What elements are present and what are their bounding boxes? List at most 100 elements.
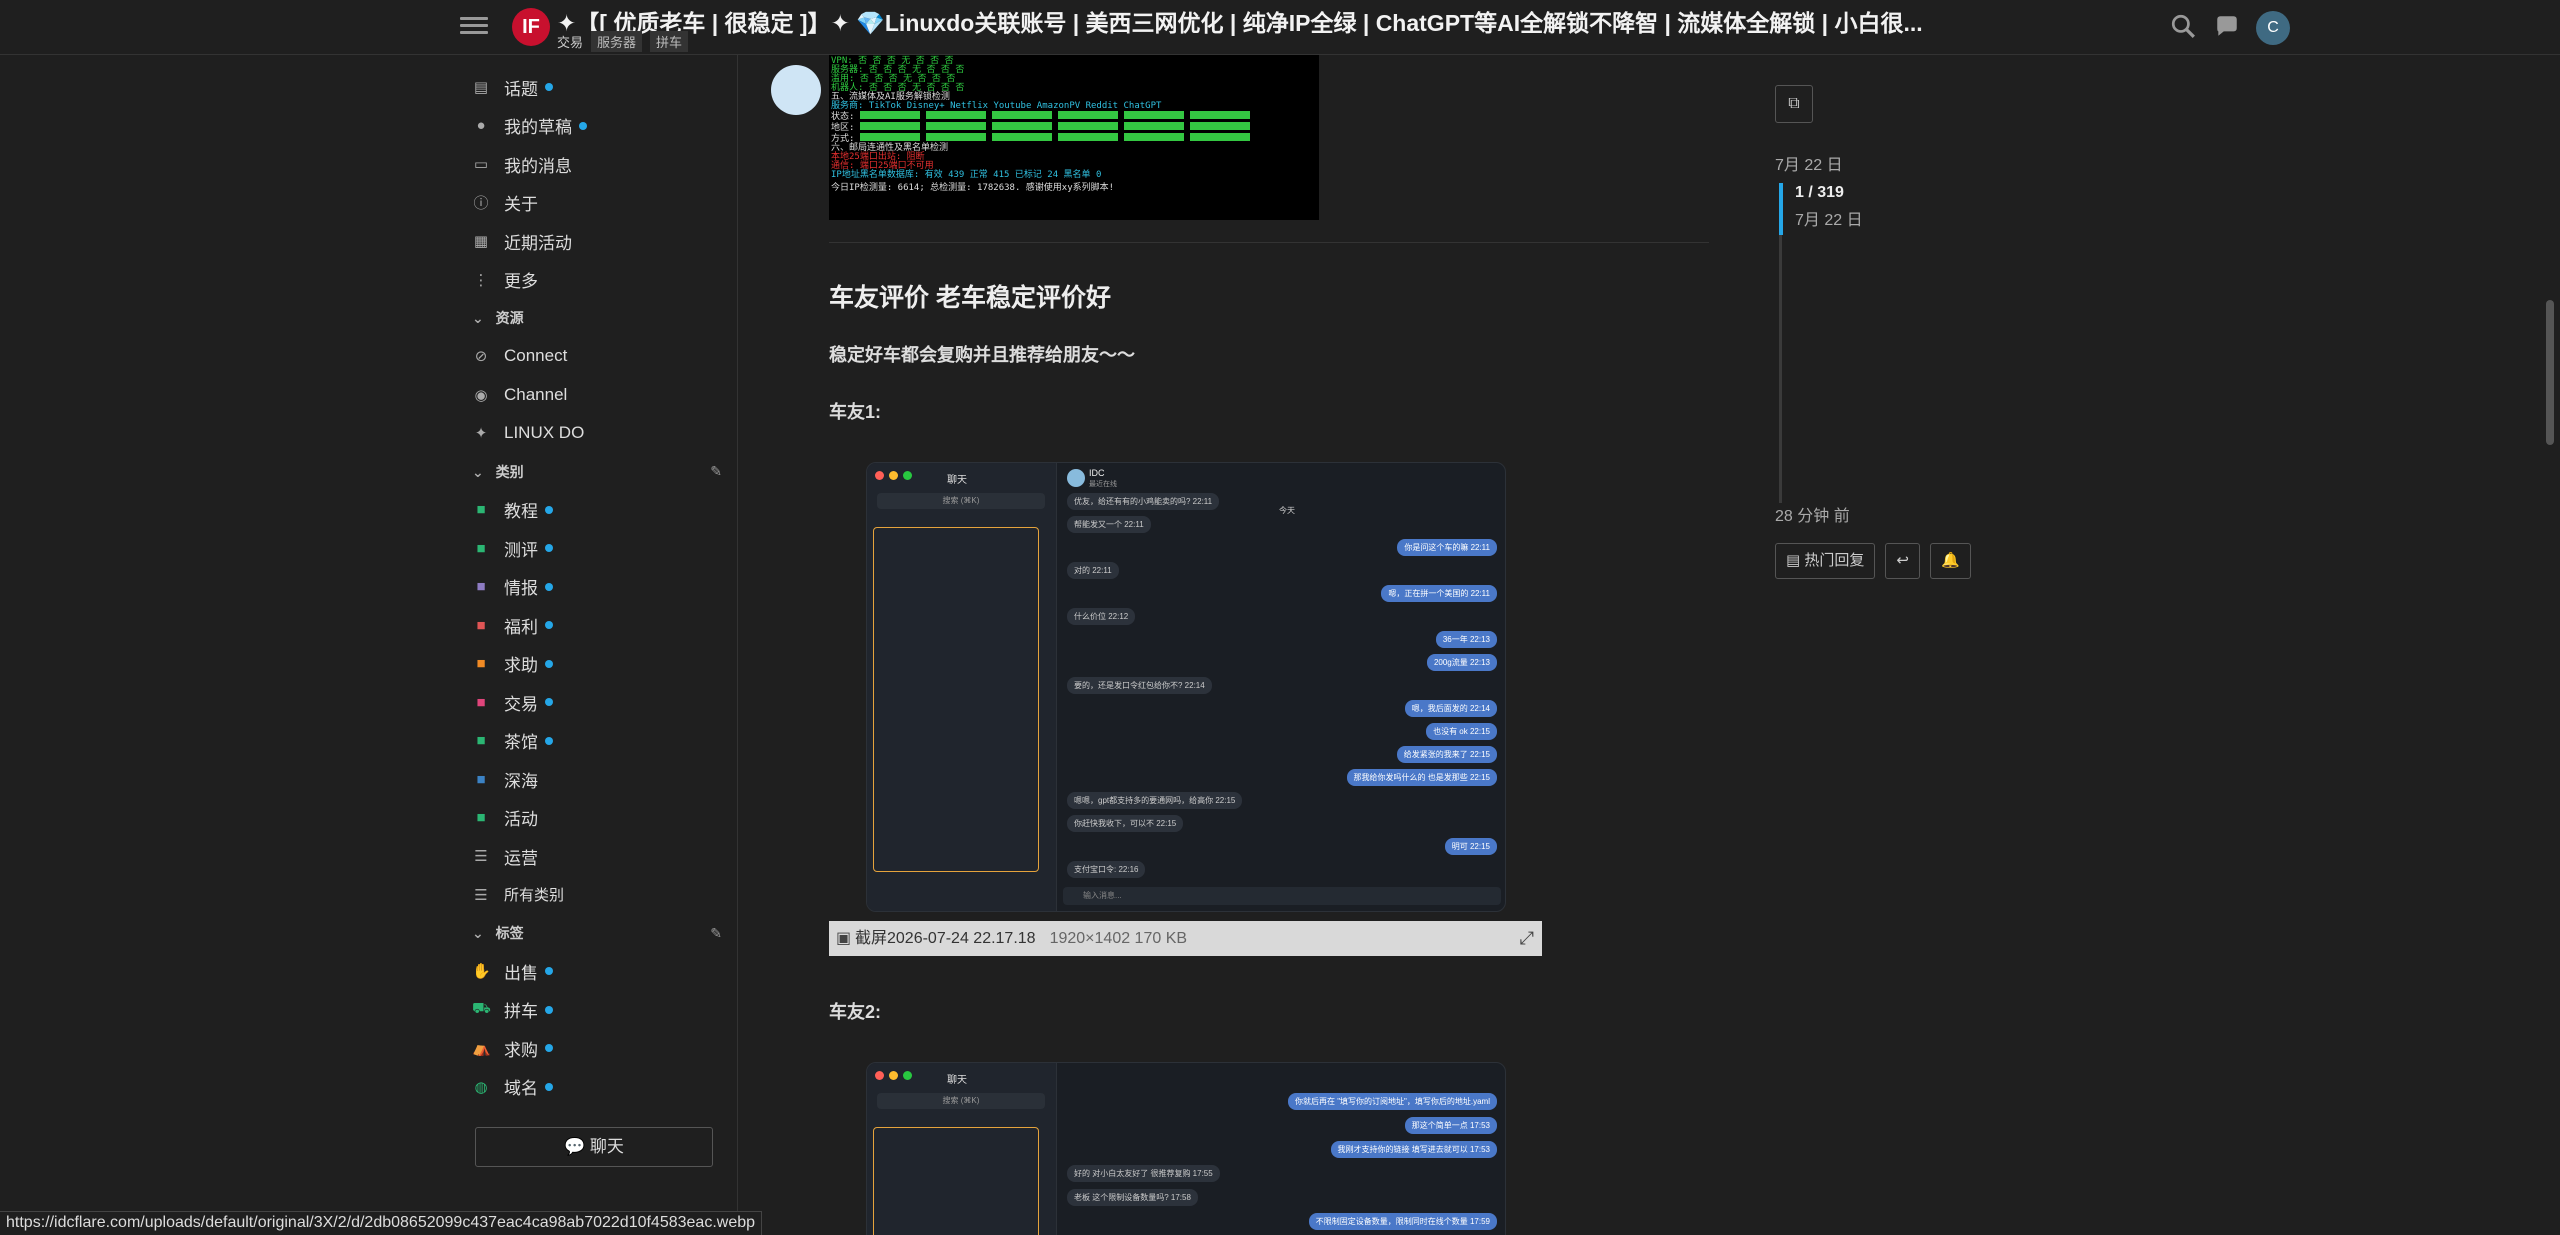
user-avatar[interactable]: C bbox=[2256, 11, 2290, 45]
chat-list-pane: 聊天 搜索 (⌘K) bbox=[867, 463, 1057, 911]
category-icon: ■ bbox=[476, 616, 486, 634]
category-label: 交易 bbox=[504, 694, 538, 714]
sidebar-item-about[interactable]: ⓘ 关于 bbox=[462, 184, 732, 223]
unread-dot bbox=[545, 967, 553, 976]
sidebar-tag-buy[interactable]: ⛺ 求购 bbox=[462, 1029, 732, 1068]
sidebar-item-activity[interactable]: ▦ 近期活动 bbox=[462, 222, 732, 261]
unread-dot bbox=[579, 121, 587, 130]
status-url: https://idcflare.com/uploads/default/ori… bbox=[0, 1211, 763, 1235]
chat-button[interactable]: 💬 聊天 bbox=[475, 1127, 713, 1167]
chat-search: 搜索 (⌘K) bbox=[877, 1093, 1045, 1109]
terminal-line: IP地址黑名单数据库: 有效 439 正常 415 已标记 24 黑名单 0 bbox=[831, 170, 1102, 180]
expand-icon[interactable]: ⤢ bbox=[1520, 921, 1534, 956]
chat-contact-status: 最近在线 bbox=[1089, 481, 1117, 488]
sidebar-tag-domain[interactable]: ◍ 域名 bbox=[462, 1068, 732, 1107]
sidebar-category-2[interactable]: ■ 情报 bbox=[462, 568, 732, 607]
hot-replies-button[interactable]: ▤ 热门回复 bbox=[1775, 543, 1876, 579]
sidebar-item-channel[interactable]: ◉ Channel bbox=[462, 376, 732, 415]
chat-message: 你是问这个车的嘛 22:11 bbox=[1397, 539, 1497, 556]
more-icon: ⋮ bbox=[473, 271, 489, 289]
window-controls bbox=[875, 1071, 912, 1080]
chat-icon[interactable] bbox=[2212, 13, 2242, 43]
edit-icon[interactable]: ✎ bbox=[710, 463, 722, 480]
topic-timeline: ⧉ 7月 22 日 1 / 319 7月 22 日 28 分钟 前 ▤ 热门回复… bbox=[1775, 55, 2075, 655]
chat-message: 嗯，我后面发的 22:14 bbox=[1404, 700, 1497, 717]
timeline-handle[interactable] bbox=[1779, 183, 1783, 235]
unread-dot bbox=[545, 83, 553, 92]
category-label: 求助 bbox=[504, 656, 538, 676]
edit-icon[interactable]: ✎ bbox=[710, 925, 722, 942]
site-header: IF ✦【[ 优质老车 | 很稳定 ]】✦ 💎Linuxdo关联账号 | 美西三… bbox=[0, 0, 2560, 55]
sidebar-tag-sell[interactable]: ✋ 出售 bbox=[462, 952, 732, 991]
terminal-line: 今日IP检测量: 6614; 总检测量: 1782638. 感谢使用xy系列脚本… bbox=[831, 183, 1115, 193]
page-scrollbar[interactable] bbox=[2546, 300, 2554, 445]
layers-icon: ▤ bbox=[1786, 552, 1801, 569]
tag-server[interactable]: 服务器 bbox=[591, 31, 643, 52]
timeline-start-date[interactable]: 7月 22 日 bbox=[1775, 151, 1843, 175]
category-label: 情报 bbox=[504, 579, 538, 599]
image-caption[interactable]: ▣ 截屏2026-07-24 22.17.18 1920×1402 170 KB … bbox=[829, 921, 1542, 956]
notification-button[interactable]: 🔔 bbox=[1929, 543, 1971, 579]
site-logo[interactable]: IF bbox=[512, 8, 550, 46]
chat-search: 搜索 (⌘K) bbox=[877, 493, 1045, 509]
unread-dot bbox=[545, 505, 553, 514]
sidebar-category-3[interactable]: ■ 福利 bbox=[462, 606, 732, 645]
section-categories[interactable]: 类别✎ bbox=[462, 453, 732, 491]
section-tags[interactable]: 标签✎ bbox=[462, 914, 732, 952]
sidebar-item-linuxdo[interactable]: ✦ LINUX DO bbox=[462, 414, 732, 453]
unread-dot bbox=[545, 621, 553, 630]
reply-button[interactable]: ↩ bbox=[1885, 543, 1920, 579]
sidebar-category-9[interactable]: ☰ 运营 bbox=[462, 837, 732, 876]
chat-message: 帮能发又一个 22:11 bbox=[1067, 516, 1151, 533]
bell-icon: 🔔 bbox=[1940, 552, 1960, 569]
review-screenshot-2[interactable]: 聊天 搜索 (⌘K) 你就后再在 "填写你的订阅地址"，填写你后的地址.yaml… bbox=[866, 1062, 1506, 1235]
category-icon: ■ bbox=[476, 578, 486, 596]
unread-dot bbox=[545, 736, 553, 745]
terminal-line: 状态: bbox=[831, 111, 1317, 122]
car-icon: ⛟ bbox=[472, 1000, 491, 1018]
sidebar-item-connect[interactable]: ⊘ Connect bbox=[462, 337, 732, 376]
review-screenshot-1[interactable]: 聊天 搜索 (⌘K) IDC 最近在线 今天 输入消息... 优友，给还有有的小… bbox=[866, 462, 1506, 912]
category-badge[interactable]: 交易 bbox=[557, 32, 583, 51]
chat-app-title: 聊天 bbox=[947, 475, 967, 486]
sidebar-category-10[interactable]: ☰ 所有类别 bbox=[462, 876, 732, 915]
reply-icon: ↩ bbox=[1896, 552, 1909, 569]
topic-title[interactable]: ✦【[ 优质老车 | 很稳定 ]】✦ 💎Linuxdo关联账号 | 美西三网优化… bbox=[557, 4, 1927, 38]
calendar-icon: ▦ bbox=[473, 233, 489, 251]
terminal-screenshot[interactable]: VPN: 否 否 否 无 否 否 否 服务器: 否 否 否 无 否 否 否 滥用… bbox=[829, 55, 1319, 220]
sidebar-item-more[interactable]: ⋮ 更多 bbox=[462, 261, 732, 300]
sidebar-category-5[interactable]: ■ 交易 bbox=[462, 683, 732, 722]
unread-dot bbox=[545, 582, 553, 591]
category-icon: ■ bbox=[476, 732, 486, 750]
topic-body: VPN: 否 否 否 无 否 否 否 服务器: 否 否 否 无 否 否 否 滥用… bbox=[737, 55, 1767, 1235]
hamburger-menu-icon[interactable] bbox=[460, 13, 488, 41]
tag-carpool[interactable]: 拼车 bbox=[650, 31, 689, 52]
timeline-position-date: 7月 22 日 bbox=[1795, 212, 1863, 229]
summarize-button[interactable]: ⧉ bbox=[1775, 85, 1813, 123]
terminal-line: 服务商: TikTok Disney+ Netflix Youtube Amaz… bbox=[831, 101, 1162, 111]
sidebar-tag-carpool[interactable]: ⛟ 拼车 bbox=[462, 991, 732, 1030]
image-dimensions: 1920×1402 170 KB bbox=[1049, 930, 1188, 947]
sidebar-category-6[interactable]: ■ 茶馆 bbox=[462, 722, 732, 761]
layers-icon: ▤ bbox=[473, 79, 489, 97]
sidebar-category-8[interactable]: ■ 活动 bbox=[462, 799, 732, 838]
search-icon[interactable] bbox=[2168, 13, 2198, 43]
poster-avatar[interactable] bbox=[771, 65, 821, 115]
sidebar-category-0[interactable]: ■ 教程 bbox=[462, 491, 732, 530]
sidebar-item-topics[interactable]: ▤ 话题 bbox=[462, 68, 732, 107]
chat-list-pane: 聊天 搜索 (⌘K) bbox=[867, 1063, 1057, 1235]
sidebar-category-1[interactable]: ■ 测评 bbox=[462, 529, 732, 568]
terminal-line: 地区: bbox=[831, 122, 1317, 133]
chat-contact-name: IDC bbox=[1089, 468, 1105, 478]
sidebar-item-messages[interactable]: ▭ 我的消息 bbox=[462, 145, 732, 184]
image-icon: ▣ bbox=[836, 930, 852, 947]
sidebar-item-drafts[interactable]: ● 我的草稿 bbox=[462, 107, 732, 146]
chat-message: 也没有 ok 22:15 bbox=[1426, 723, 1497, 740]
timeline-last-activity[interactable]: 28 分钟 前 bbox=[1775, 502, 1850, 526]
unread-dot bbox=[545, 1044, 553, 1053]
sidebar-category-4[interactable]: ■ 求助 bbox=[462, 645, 732, 684]
sidebar-category-7[interactable]: ■ 深海 bbox=[462, 760, 732, 799]
section-resources[interactable]: 资源 bbox=[462, 299, 732, 337]
chat-message: 明可 22:15 bbox=[1444, 838, 1497, 855]
category-label: 福利 bbox=[504, 617, 538, 637]
